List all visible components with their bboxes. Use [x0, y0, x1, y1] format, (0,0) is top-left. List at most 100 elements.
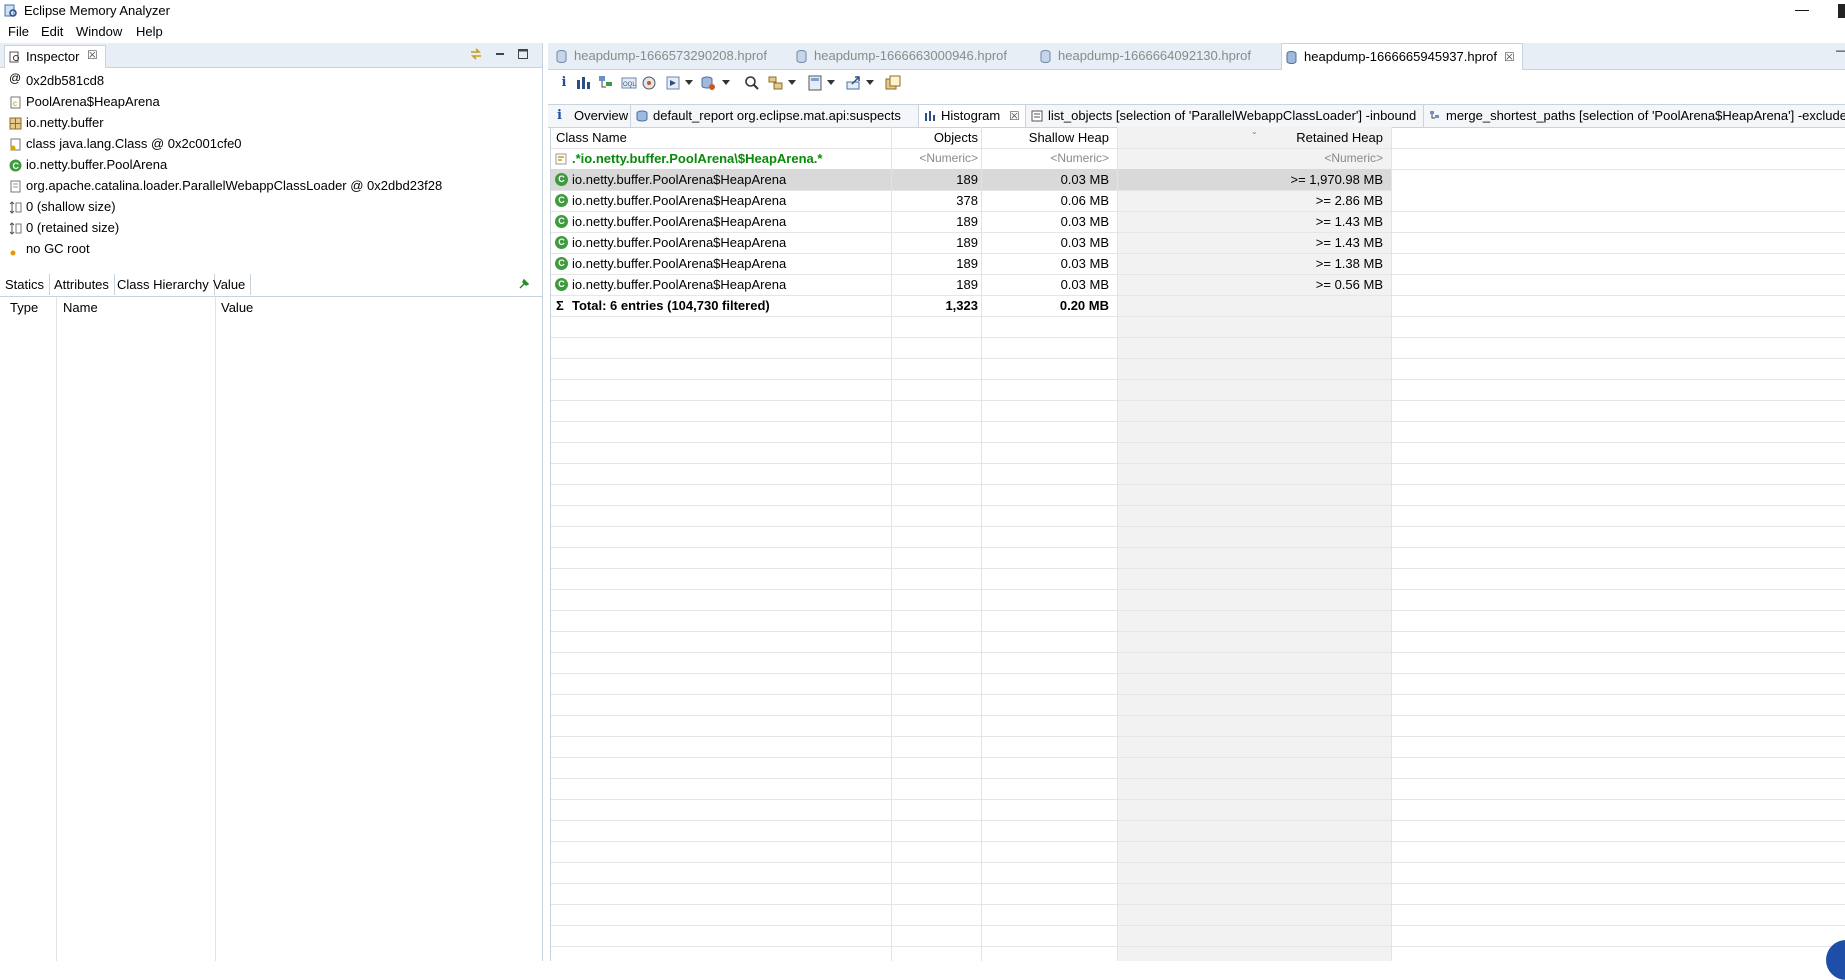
svg-text:OQL: OQL	[623, 82, 636, 88]
pin-icon[interactable]	[518, 278, 530, 290]
paths-icon	[1430, 111, 1439, 119]
histogram-icon[interactable]	[575, 75, 591, 91]
calculator-icon[interactable]	[807, 75, 823, 91]
tab-inspector[interactable]: Inspector ☒	[4, 45, 106, 68]
class-green-icon: C	[555, 194, 568, 207]
svg-text:C: C	[13, 161, 20, 171]
tab-heapdump-2[interactable]: heapdump-1666663000946.hprof	[792, 43, 1020, 69]
search-icon[interactable]	[744, 75, 760, 91]
inspector-shallow-size: 0 (shallow size)	[8, 197, 538, 217]
classloader-icon	[10, 180, 21, 193]
inspector-class-name[interactable]: c PoolArena$HeapArena	[8, 92, 538, 112]
gc-root-icon	[10, 250, 16, 256]
thread-overview-icon[interactable]	[641, 75, 657, 91]
retained-filter[interactable]: <Numeric>	[1118, 148, 1383, 169]
minimize-editor-button[interactable]: —	[1836, 43, 1845, 57]
tab-class-hierarchy[interactable]: Class Hierarchy	[112, 274, 215, 295]
tab-overview[interactable]: i Overview	[552, 105, 631, 127]
window-title: Eclipse Memory Analyzer	[24, 3, 170, 18]
empty-row	[551, 484, 1845, 506]
total-row: Σ Total: 6 entries (104,730 filtered) 1,…	[551, 295, 1845, 317]
tab-heapdump-1[interactable]: heapdump-1666573290208.hprof	[552, 43, 780, 69]
close-icon[interactable]: ☒	[87, 48, 98, 62]
empty-row	[551, 358, 1845, 380]
menu-file[interactable]: File	[8, 24, 29, 39]
empty-row	[551, 610, 1845, 632]
inspector-superclass[interactable]: C io.netty.buffer.PoolArena	[8, 155, 538, 175]
histogram-table: Class Name Objects Shallow Heap Retained…	[550, 127, 1845, 961]
table-row[interactable]: C io.netty.buffer.PoolArena$HeapArena 18…	[551, 253, 1845, 275]
tab-merge-shortest-paths[interactable]: merge_shortest_paths [selection of 'Pool…	[1424, 105, 1845, 127]
dominator-tree-icon[interactable]	[598, 75, 614, 91]
table-row[interactable]: C io.netty.buffer.PoolArena$HeapArena 37…	[551, 190, 1845, 212]
oql-icon[interactable]: OQL	[621, 75, 637, 91]
col-divider	[981, 127, 982, 961]
size-icon	[9, 201, 22, 214]
export-icon[interactable]	[846, 75, 862, 91]
empty-row	[551, 421, 1845, 443]
table-row[interactable]: C io.netty.buffer.PoolArena$HeapArena 18…	[551, 232, 1845, 254]
objects-filter[interactable]: <Numeric>	[897, 148, 978, 169]
empty-row	[551, 526, 1845, 548]
chevron-down-icon[interactable]	[722, 80, 730, 85]
info-icon[interactable]: i	[556, 75, 572, 91]
maximize-view-icon[interactable]	[516, 47, 530, 61]
tab-histogram[interactable]: Histogram ☒	[919, 105, 1026, 127]
col-shallow-heap[interactable]: Shallow Heap	[987, 127, 1109, 148]
empty-row	[551, 799, 1845, 821]
sync-icon[interactable]	[469, 47, 483, 61]
run-report-icon[interactable]	[665, 75, 681, 91]
col-objects[interactable]: Objects	[897, 127, 978, 148]
tab-attributes[interactable]: Attributes	[49, 274, 115, 295]
tab-list-objects[interactable]: list_objects [selection of 'ParallelWeba…	[1026, 105, 1424, 127]
total-objects: 1,323	[945, 298, 978, 313]
info-icon: i	[557, 108, 562, 123]
tab-statics[interactable]: Statics	[0, 274, 51, 295]
class-green-icon: C	[555, 236, 568, 249]
table-row[interactable]: C io.netty.buffer.PoolArena$HeapArena 18…	[551, 211, 1845, 233]
menu-help[interactable]: Help	[136, 24, 163, 39]
table-row[interactable]: C io.netty.buffer.PoolArena$HeapArena 18…	[551, 274, 1845, 296]
empty-row	[551, 904, 1845, 926]
chevron-down-icon[interactable]	[685, 80, 693, 85]
tab-heapdump-4[interactable]: heapdump-1666665945937.hprof ☒	[1281, 43, 1523, 70]
col-class-name[interactable]: Class Name	[556, 127, 891, 148]
chevron-down-icon[interactable]	[827, 80, 835, 85]
empty-row	[551, 778, 1845, 800]
inspector-subtabs: Statics Attributes Class Hierarchy Value	[0, 274, 542, 297]
list-icon	[1031, 110, 1043, 122]
table-row[interactable]: C io.netty.buffer.PoolArena$HeapArena 18…	[551, 169, 1391, 191]
inspector-package[interactable]: io.netty.buffer	[8, 113, 538, 133]
at-icon: @	[9, 71, 22, 85]
inspector-table-header: Type Name Value	[0, 297, 542, 317]
empty-row	[551, 379, 1845, 401]
empty-row	[551, 862, 1845, 884]
group-by-icon[interactable]	[768, 75, 784, 91]
empty-row	[551, 652, 1845, 674]
col-name[interactable]: Name	[63, 300, 98, 315]
inspector-class-object[interactable]: class java.lang.Class @ 0x2c001cfe0	[8, 134, 538, 154]
menu-bar: File Edit Window Help	[0, 22, 1845, 42]
close-icon[interactable]: ☒	[1504, 44, 1515, 70]
chevron-down-icon[interactable]	[788, 80, 796, 85]
col-value[interactable]: Value	[221, 300, 253, 315]
histogram-icon	[925, 111, 935, 121]
chevron-down-icon[interactable]	[866, 80, 874, 85]
tab-value[interactable]: Value	[208, 274, 252, 295]
shallow-filter[interactable]: <Numeric>	[987, 148, 1109, 169]
col-type[interactable]: Type	[10, 300, 38, 315]
inspector-address[interactable]: @ 0x2db581cd8	[8, 71, 538, 91]
size-icon	[9, 222, 22, 235]
empty-row	[551, 400, 1845, 422]
class-name-filter[interactable]: .*io.netty.buffer.PoolArena\$HeapArena.*	[572, 148, 892, 169]
minimize-button[interactable]: —	[1790, 0, 1814, 20]
query-browser-icon[interactable]	[700, 75, 716, 91]
copy-icon[interactable]	[885, 75, 901, 91]
close-icon[interactable]: ☒	[1009, 105, 1020, 127]
menu-edit[interactable]: Edit	[41, 24, 63, 39]
minimize-view-icon[interactable]	[493, 47, 507, 61]
tab-default-report[interactable]: default_report org.eclipse.mat.api:suspe…	[631, 105, 919, 127]
inspector-classloader[interactable]: org.apache.catalina.loader.ParallelWebap…	[8, 176, 538, 196]
menu-window[interactable]: Window	[76, 24, 122, 39]
tab-heapdump-3[interactable]: heapdump-1666664092130.hprof	[1036, 43, 1264, 69]
